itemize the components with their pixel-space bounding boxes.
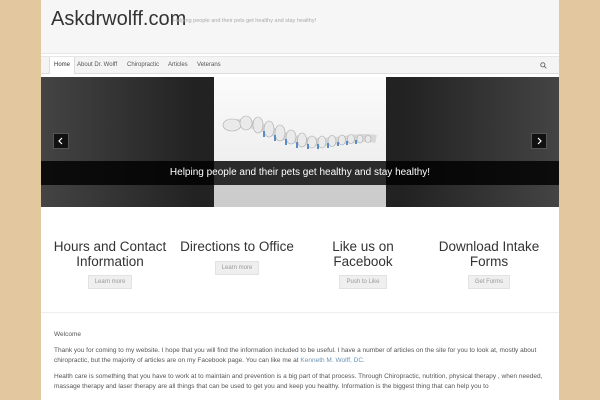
nav-item-veterans[interactable]: Veterans [197, 57, 221, 74]
health-paragraph: Health care is something that you have t… [54, 373, 543, 390]
feature-title: Directions to Office [180, 239, 294, 254]
feature-title: Download Intake Forms [438, 239, 540, 269]
feature-facebook: Like us on Facebook Push to Like [303, 239, 423, 289]
slide-image-base [214, 185, 386, 207]
chevron-left-icon[interactable] [53, 133, 69, 149]
feature-directions: Directions to Office Learn more [177, 239, 297, 275]
nav-item-articles[interactable]: Articles [168, 57, 188, 74]
search-icon[interactable] [540, 62, 547, 69]
feature-forms: Download Intake Forms Get Forms [429, 239, 549, 289]
get-forms-button[interactable]: Get Forms [467, 275, 511, 289]
chevron-right-icon[interactable] [531, 133, 547, 149]
feature-hours: Hours and Contact Information Learn more [50, 239, 170, 289]
intro-paragraph: Thank you for coming to my website. I ho… [54, 346, 549, 366]
nav-item-about[interactable]: About Dr. Wolff [77, 57, 117, 74]
image-slider[interactable]: Helping people and their pets get health… [41, 77, 559, 207]
feature-title: Hours and Contact Information [53, 239, 167, 269]
feature-row: Hours and Contact Information Learn more… [41, 239, 559, 300]
welcome-heading: Welcome [54, 331, 81, 338]
learn-more-button[interactable]: Learn more [214, 260, 260, 275]
learn-more-button[interactable]: Learn more [87, 275, 133, 289]
nav-item-home[interactable]: Home [49, 57, 76, 74]
feature-title: Like us on Facebook [332, 239, 394, 269]
page-container: Askdrwolff.com Helping people and their … [41, 0, 559, 400]
main-nav: Home About Dr. Wolff Chiropractic Articl… [41, 56, 559, 74]
intro-text: Thank you for coming to my website. I ho… [54, 347, 537, 364]
push-to-like-button[interactable]: Push to Like [339, 275, 387, 289]
facebook-profile-link[interactable]: Kenneth M. Wolff, DC. [300, 357, 364, 364]
main-content: Welcome Thank you for coming to my websi… [54, 330, 549, 398]
site-tagline: Helping people and their pets get health… [173, 18, 317, 24]
nav-item-chiropractic[interactable]: Chiropractic [127, 57, 159, 74]
slider-caption: Helping people and their pets get health… [169, 167, 431, 178]
section-divider [41, 312, 559, 313]
site-title[interactable]: Askdrwolff.com [51, 8, 186, 31]
site-header: Askdrwolff.com Helping people and their … [41, 0, 559, 54]
